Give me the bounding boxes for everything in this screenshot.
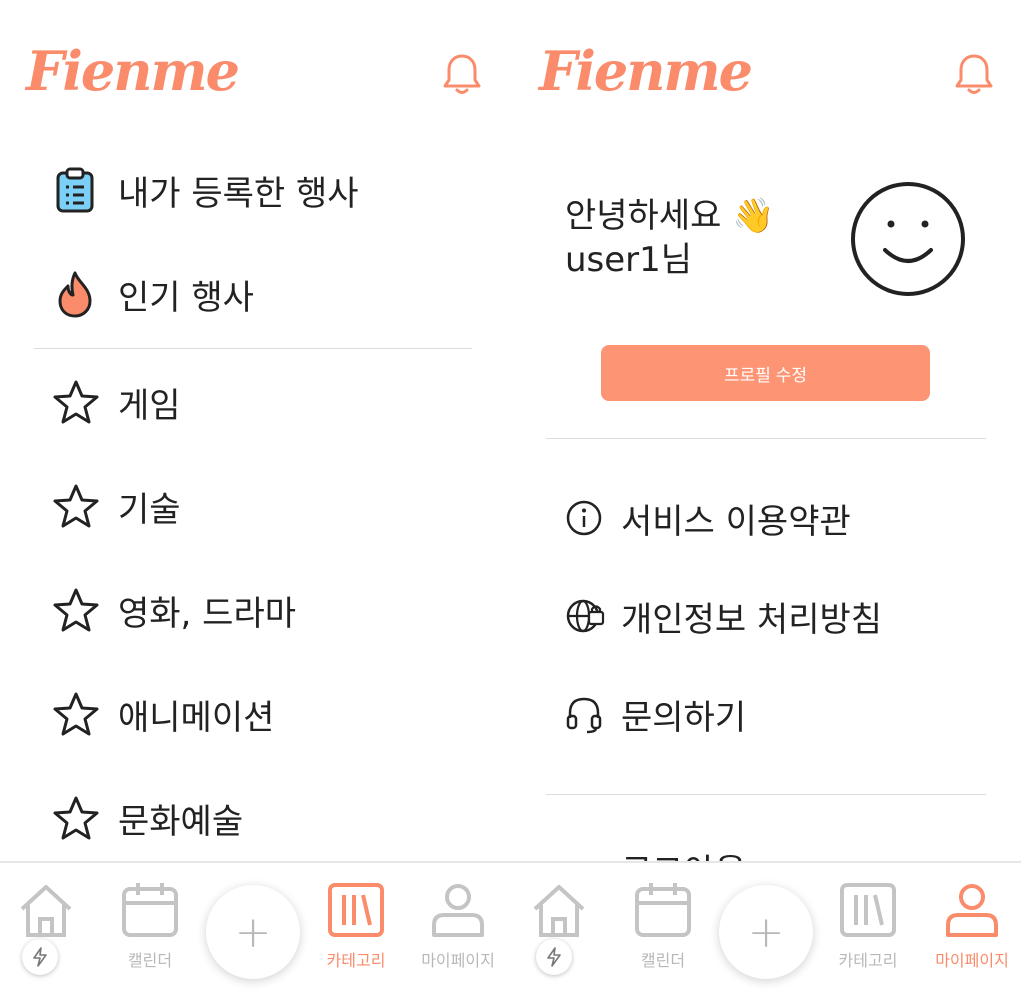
- category-icon: [328, 883, 384, 937]
- headset-icon: [565, 694, 603, 734]
- bottom-tab-bar: 캘린더 + 카테고리 마이페이지: [0, 861, 511, 991]
- calendar-icon: [635, 883, 691, 937]
- tab-label: 카테고리: [838, 951, 898, 970]
- star-icon: [52, 795, 100, 841]
- menu-contact[interactable]: 문의하기: [511, 684, 1021, 744]
- category-label: 기술: [118, 489, 181, 530]
- home-icon: [20, 885, 72, 937]
- menu-item-my-events[interactable]: 내가 등록한 행사: [0, 160, 511, 220]
- notification-bell-icon[interactable]: [952, 52, 996, 100]
- menu-item-label: 내가 등록한 행사: [118, 173, 359, 214]
- tab-label: 캘린더: [127, 951, 173, 970]
- calendar-icon: [122, 883, 178, 937]
- tab-label: 캘린더: [640, 951, 686, 970]
- star-icon: [52, 483, 100, 529]
- divider: [34, 348, 472, 349]
- tab-category[interactable]: 카테고리: [828, 881, 908, 971]
- info-icon: [565, 499, 603, 537]
- username-text: user1님: [565, 240, 693, 280]
- tab-home[interactable]: [6, 881, 86, 945]
- clipboard-icon: [54, 167, 96, 213]
- category-item-game[interactable]: 게임: [0, 372, 511, 432]
- app-logo: Fienme: [26, 39, 240, 103]
- globe-lock-icon: [565, 596, 605, 636]
- edit-profile-button[interactable]: 프로필 수정: [601, 345, 930, 401]
- greeting-text: 안녕하세요 👋: [565, 196, 775, 236]
- tab-label: 카테고리: [326, 951, 386, 970]
- menu-label: 개인정보 처리방침: [621, 599, 883, 640]
- star-icon: [52, 379, 100, 425]
- category-label: 게임: [118, 385, 181, 426]
- add-button[interactable]: +: [206, 885, 300, 979]
- category-item-movie-drama[interactable]: 영화, 드라마: [0, 580, 511, 640]
- menu-item-label: 인기 행사: [118, 277, 254, 318]
- app-logo: Fienme: [539, 39, 753, 103]
- mypage-screen: Fienme 안녕하세요 👋 user1님 프로필 수정 서비스 이용약관 개인…: [511, 0, 1021, 991]
- category-item-animation[interactable]: 애니메이션: [0, 684, 511, 744]
- category-label: 애니메이션: [118, 697, 275, 738]
- tab-label: 마이페이지: [421, 951, 495, 970]
- tab-home[interactable]: [519, 881, 599, 945]
- tab-category[interactable]: 카테고리: [316, 881, 396, 971]
- star-icon: [52, 587, 100, 633]
- category-item-culture-art[interactable]: 문화예술: [0, 788, 511, 848]
- divider: [546, 794, 986, 795]
- menu-privacy-policy[interactable]: 개인정보 처리방침: [511, 586, 1021, 646]
- star-icon: [52, 691, 100, 737]
- add-button[interactable]: +: [719, 885, 813, 979]
- category-label: 문화예술: [118, 801, 244, 842]
- category-item-tech[interactable]: 기술: [0, 476, 511, 536]
- person-icon: [432, 884, 484, 937]
- tab-label: 마이페이지: [935, 951, 1009, 970]
- tab-mypage[interactable]: 마이페이지: [932, 881, 1012, 971]
- category-label: 영화, 드라마: [118, 593, 297, 634]
- tab-calendar[interactable]: 캘린더: [110, 881, 190, 971]
- menu-label: 문의하기: [621, 697, 747, 738]
- divider: [546, 438, 986, 439]
- person-icon: [946, 884, 998, 937]
- menu-label: 서비스 이용약관: [621, 501, 851, 542]
- menu-terms-of-service[interactable]: 서비스 이용약관: [511, 488, 1021, 548]
- flash-icon[interactable]: [536, 939, 572, 975]
- home-icon: [533, 885, 585, 937]
- fire-icon: [54, 270, 96, 318]
- notification-bell-icon[interactable]: [440, 52, 484, 100]
- tab-mypage[interactable]: 마이페이지: [418, 881, 498, 971]
- category-screen: Fienme 내가 등록한 행사 인기 행사 게임 기술 영화, 드라마 애니메…: [0, 0, 511, 991]
- avatar[interactable]: [849, 180, 967, 302]
- tab-calendar[interactable]: 캘린더: [623, 881, 703, 971]
- flash-icon[interactable]: [22, 939, 58, 975]
- menu-item-popular-events[interactable]: 인기 행사: [0, 264, 511, 324]
- bottom-tab-bar: 캘린더 + 카테고리 마이페이지: [511, 861, 1021, 991]
- category-icon: [840, 883, 896, 937]
